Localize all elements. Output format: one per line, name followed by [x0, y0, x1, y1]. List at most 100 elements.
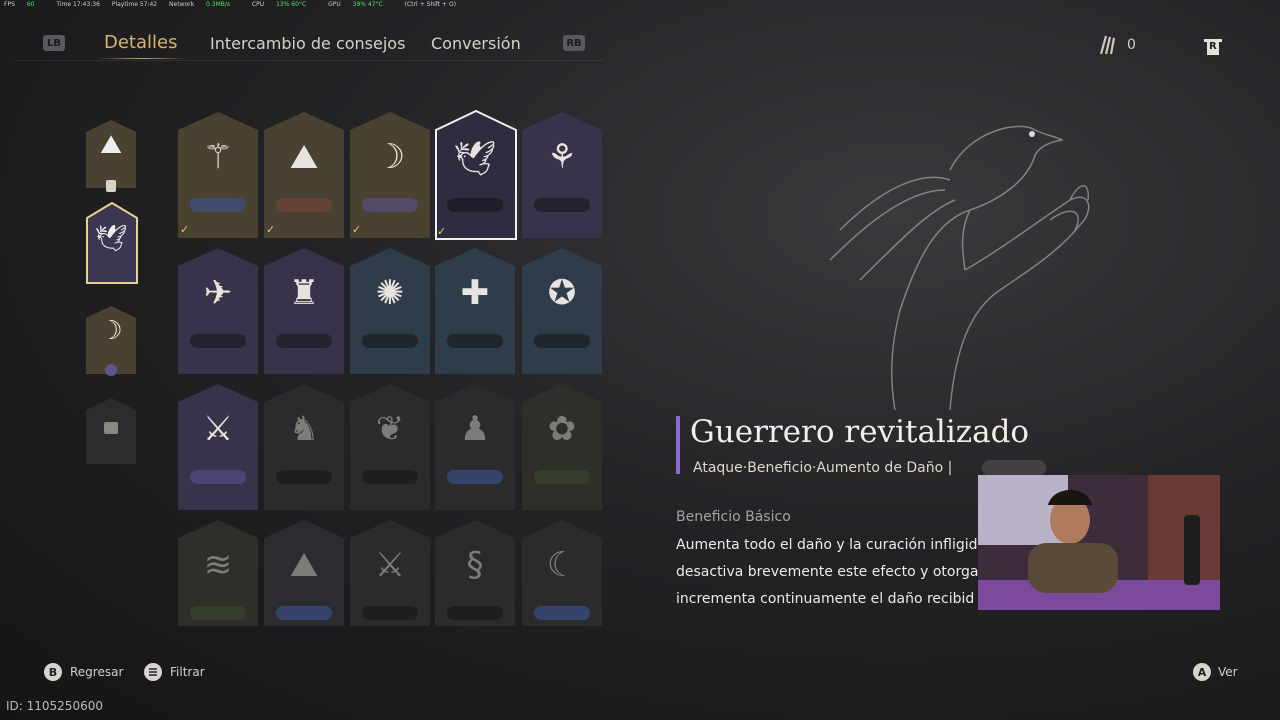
- talisman-card-locked[interactable]: ✿: [522, 384, 602, 510]
- swallows-icon: ✈: [203, 273, 233, 313]
- cross-blade-icon: ✚: [460, 273, 490, 313]
- network-label: Network: [169, 1, 195, 8]
- session-id: ID: 1105250600: [6, 699, 103, 713]
- bird-on-hand-icon: 🕊: [94, 224, 128, 254]
- rune-slot: [362, 334, 418, 348]
- talisman-card[interactable]: ✺: [350, 248, 430, 374]
- b-button[interactable]: B: [44, 663, 62, 681]
- tab-intercambio-de-consejos[interactable]: Intercambio de consejos: [210, 34, 405, 53]
- fps-label: FPS: [4, 1, 15, 8]
- side-slot-3[interactable]: ☽: [86, 306, 136, 376]
- section-label: Beneficio Básico: [676, 509, 791, 525]
- check-icon: ✓: [437, 225, 447, 238]
- flower-locked-icon: ✿: [547, 409, 577, 449]
- talisman-card-locked[interactable]: ♞: [264, 384, 344, 510]
- rune-slot: [362, 470, 418, 484]
- cpu-label: CPU: [251, 1, 265, 8]
- view-label[interactable]: Ver: [1218, 665, 1238, 679]
- talisman-card[interactable]: ☽ ✓: [350, 112, 430, 238]
- rune-slot-indicator: [982, 460, 1046, 476]
- side-slot-4-locked[interactable]: [86, 398, 136, 466]
- rune-slot: [534, 198, 590, 212]
- rune-slot: [362, 198, 418, 212]
- talisman-card[interactable]: ✚: [435, 248, 515, 374]
- staff-icon: ⚚: [202, 137, 234, 177]
- check-icon: ✓: [352, 223, 362, 236]
- scythe-locked-icon: ☾: [546, 545, 578, 585]
- tab-divider: [15, 60, 605, 61]
- performance-overlay: FPS 60 Time 17:43:36 Playtime 57:42 Netw…: [4, 1, 466, 8]
- rune-slot: [534, 470, 590, 484]
- rune-slot: [190, 198, 246, 212]
- seal-badge-icon: [106, 180, 116, 192]
- r-button[interactable]: R: [1202, 35, 1224, 57]
- menu-button-icon[interactable]: [144, 663, 162, 681]
- talisman-card[interactable]: ♜: [264, 248, 344, 374]
- beast-locked-icon: ❦: [375, 409, 405, 449]
- description-line: desactiva brevemente este efecto y otorg…: [676, 564, 979, 580]
- currency-count: 0: [1127, 37, 1136, 53]
- warrior-statue-icon: ♜: [288, 273, 320, 313]
- description-line: incrementa continuamente el daño recibid: [676, 591, 975, 607]
- talisman-card[interactable]: ⚔: [178, 384, 258, 510]
- rune-slot: [190, 606, 246, 620]
- talisman-card-locked[interactable]: ⛰: [264, 520, 344, 626]
- horse-locked-icon: ♞: [288, 409, 320, 449]
- locked-slot-icon: [104, 422, 118, 434]
- rune-slot: [447, 334, 503, 348]
- back-label[interactable]: Regresar: [70, 665, 123, 679]
- mountains-icon: ⛰: [100, 130, 122, 160]
- spirit-mask-icon: ☽: [99, 316, 123, 346]
- rune-slot: [362, 606, 418, 620]
- check-icon: ✓: [266, 223, 276, 236]
- moon-badge-icon: [105, 364, 117, 376]
- tab-detalles[interactable]: Detalles: [104, 32, 177, 53]
- side-slot-1[interactable]: ⛰: [86, 120, 136, 192]
- rune-slot: [276, 198, 332, 212]
- dragon-locked-icon: §: [466, 545, 484, 585]
- rune-slot: [190, 470, 246, 484]
- mountains-icon: ⛰: [289, 137, 319, 177]
- rune-slot: [447, 470, 503, 484]
- gpu-label: GPU: [328, 1, 341, 8]
- talisman-card[interactable]: ✪: [522, 248, 602, 374]
- talisman-card-locked[interactable]: ❦: [350, 384, 430, 510]
- description-line: Aumenta todo el daño y la curación infli…: [676, 537, 978, 553]
- feathers-currency-icon: [1098, 34, 1116, 56]
- overlay-hint: (Ctrl + Shift + O): [404, 1, 457, 8]
- talisman-card-locked[interactable]: ⚔: [350, 520, 430, 626]
- fps-value: 60: [26, 1, 35, 8]
- gpu-value: 39% 47°C: [352, 1, 383, 8]
- talisman-card[interactable]: ⛰ ✓: [264, 112, 344, 238]
- rune-slot: [447, 198, 503, 212]
- talisman-card-locked[interactable]: ≋: [178, 520, 258, 626]
- a-button[interactable]: A: [1193, 663, 1211, 681]
- rb-button[interactable]: RB: [563, 35, 585, 51]
- title-accent-bar: [676, 416, 680, 474]
- lb-button[interactable]: LB: [43, 35, 65, 51]
- cpu-value: 13% 60°C: [276, 1, 307, 8]
- rune-slot: [190, 334, 246, 348]
- tab-conversion[interactable]: Conversión: [431, 34, 521, 53]
- network-value: 0.3MB/s: [206, 1, 231, 8]
- webcam-overlay: [978, 475, 1220, 610]
- rune-slot: [276, 606, 332, 620]
- talisman-card[interactable]: ⚚ ✓: [178, 112, 258, 238]
- mountain-locked-icon: ⛰: [289, 545, 319, 585]
- blade-locked-icon: ⚔: [374, 545, 406, 585]
- swordsman-icon: ⚔: [202, 409, 234, 449]
- figure-locked-icon: ♟: [459, 409, 491, 449]
- talisman-card[interactable]: ⚘: [522, 112, 602, 238]
- talisman-card-locked[interactable]: §: [435, 520, 515, 626]
- talisman-card-locked[interactable]: ♟: [435, 384, 515, 510]
- talisman-card-locked[interactable]: ☾: [522, 520, 602, 626]
- talisman-card[interactable]: ✈: [178, 248, 258, 374]
- rune-slot: [534, 606, 590, 620]
- side-slot-2[interactable]: 🕊: [86, 202, 138, 284]
- talisman-card-selected[interactable]: 🕊 ✓: [435, 110, 517, 240]
- filter-label[interactable]: Filtrar: [170, 665, 205, 679]
- wave-locked-icon: ≋: [203, 545, 233, 585]
- talisman-tags: Ataque·Beneficio·Aumento de Daño |: [693, 460, 953, 476]
- strongman-icon: ✪: [547, 273, 577, 313]
- spirit-mask-icon: ☽: [374, 137, 406, 177]
